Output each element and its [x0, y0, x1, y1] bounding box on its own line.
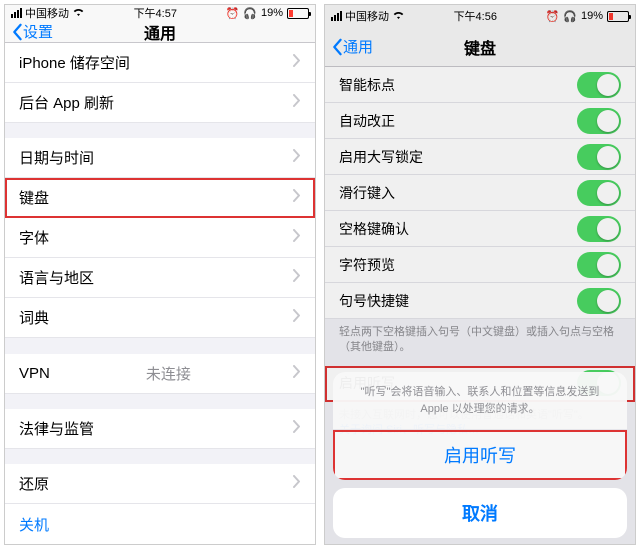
group-shutdown: 关机 [5, 504, 315, 544]
chevron-right-icon [293, 420, 301, 437]
list-row[interactable]: 启用大写锁定 [325, 139, 635, 175]
nav-bar: 通用 键盘 [325, 27, 635, 67]
sheet-cancel-button[interactable]: 取消 [333, 488, 627, 538]
row-label: 滑行键入 [339, 183, 395, 203]
phone-general-settings: 中国移动 下午4:57 ⏰ 🎧 19% 设置 通用 iPhone 储存空间后台 … [4, 4, 316, 545]
phone-keyboard-settings: 中国移动 下午4:56 ⏰ 🎧 19% 通用 键盘 智能标点自动改正启用大写锁定… [324, 4, 636, 545]
toggle-switch[interactable] [577, 72, 621, 98]
row-label: 法律与监管 [19, 418, 94, 439]
chevron-right-icon [293, 269, 301, 286]
back-label: 设置 [23, 21, 53, 42]
row-label: 还原 [19, 473, 49, 494]
list-row[interactable]: VPN 未连接 [5, 354, 315, 394]
list-row[interactable]: 法律与监管 [5, 409, 315, 449]
row-value: 未连接 [146, 363, 191, 384]
row-label: 字体 [19, 227, 49, 248]
wifi-icon [392, 10, 405, 23]
battery-icon [287, 8, 309, 19]
chevron-right-icon [293, 54, 301, 71]
list-row[interactable]: 词典 [5, 298, 315, 338]
time-label: 下午4:56 [405, 8, 546, 24]
alarm-icon: ⏰ [226, 7, 240, 20]
row-label: 空格键确认 [339, 219, 409, 239]
chevron-right-icon [293, 365, 301, 382]
headphones-icon: 🎧 [243, 7, 257, 20]
row-label: 字符预览 [339, 255, 395, 275]
row-label: 自动改正 [339, 111, 395, 131]
toggle-switch[interactable] [577, 216, 621, 242]
alarm-icon: ⏰ [546, 10, 560, 23]
battery-percent: 19% [581, 10, 603, 22]
row-label: 日期与时间 [19, 147, 94, 168]
back-label: 通用 [343, 36, 373, 57]
toggle-switch[interactable] [577, 288, 621, 314]
chevron-right-icon [293, 229, 301, 246]
row-label: 键盘 [19, 187, 49, 208]
row-label: iPhone 储存空间 [19, 52, 130, 73]
chevron-right-icon [293, 94, 301, 111]
row-label: 语言与地区 [19, 267, 94, 288]
toggle-switch[interactable] [577, 180, 621, 206]
nav-bar: 设置 通用 [5, 21, 315, 43]
group-legal: 法律与监管 [5, 409, 315, 449]
chevron-left-icon [331, 38, 343, 56]
battery-icon [607, 11, 629, 22]
row-label: 后台 App 刷新 [19, 92, 114, 113]
toggle-switch[interactable] [577, 108, 621, 134]
chevron-right-icon [293, 475, 301, 492]
list-row[interactable]: 智能标点 [325, 67, 635, 103]
row-label: VPN [19, 365, 50, 382]
battery-percent: 19% [261, 7, 283, 19]
chevron-right-icon [293, 309, 301, 326]
list-row[interactable]: 后台 App 刷新 [5, 83, 315, 123]
shutdown-row[interactable]: 关机 [5, 504, 315, 544]
shutdown-label: 关机 [19, 514, 49, 535]
row-label: 启用大写锁定 [339, 147, 423, 167]
row-label: 智能标点 [339, 75, 395, 95]
sheet-card: "听写"会将语音输入、联系人和位置等信息发送到 Apple 以处理您的请求。 启… [333, 372, 627, 480]
list-row[interactable]: 句号快捷键 [325, 283, 635, 319]
toggle-switch[interactable] [577, 252, 621, 278]
period-shortcut-note: 轻点两下空格键插入句号（中文键盘）或插入句点与空格（其他键盘）。 [325, 319, 635, 366]
chevron-right-icon [293, 189, 301, 206]
list-row[interactable]: 日期与时间 [5, 138, 315, 178]
list-row[interactable]: 语言与地区 [5, 258, 315, 298]
list-row[interactable]: 滑行键入 [325, 175, 635, 211]
list-row[interactable]: iPhone 储存空间 [5, 43, 315, 83]
sheet-message: "听写"会将语音输入、联系人和位置等信息发送到 Apple 以处理您的请求。 [333, 372, 627, 430]
group-storage: iPhone 储存空间后台 App 刷新 [5, 43, 315, 123]
carrier-label: 中国移动 [345, 8, 389, 24]
list-row[interactable]: 自动改正 [325, 103, 635, 139]
group-reset: 还原 [5, 464, 315, 504]
list-row[interactable]: 键盘 [5, 178, 315, 218]
sheet-confirm-button[interactable]: 启用听写 [333, 430, 627, 480]
back-button[interactable]: 设置 [5, 21, 53, 42]
chevron-left-icon [11, 23, 23, 41]
list-row[interactable]: 字体 [5, 218, 315, 258]
signal-icon [331, 11, 342, 21]
toggle-switch[interactable] [577, 144, 621, 170]
status-bar: 中国移动 下午4:56 ⏰ 🎧 19% [325, 5, 635, 27]
row-label: 句号快捷键 [339, 291, 409, 311]
back-button[interactable]: 通用 [325, 36, 373, 57]
signal-icon [11, 8, 22, 18]
headphones-icon: 🎧 [563, 10, 577, 23]
list-row[interactable]: 字符预览 [325, 247, 635, 283]
action-sheet: "听写"会将语音输入、联系人和位置等信息发送到 Apple 以处理您的请求。 启… [333, 372, 627, 538]
wifi-icon [72, 7, 85, 20]
keyboard-toggles: 智能标点自动改正启用大写锁定滑行键入空格键确认字符预览句号快捷键 [325, 67, 635, 319]
list-row[interactable]: 空格键确认 [325, 211, 635, 247]
group-locale: 日期与时间键盘字体语言与地区词典 [5, 138, 315, 338]
group-vpn: VPN 未连接 [5, 354, 315, 394]
chevron-right-icon [293, 149, 301, 166]
row-label: 词典 [19, 307, 49, 328]
list-row[interactable]: 还原 [5, 464, 315, 504]
